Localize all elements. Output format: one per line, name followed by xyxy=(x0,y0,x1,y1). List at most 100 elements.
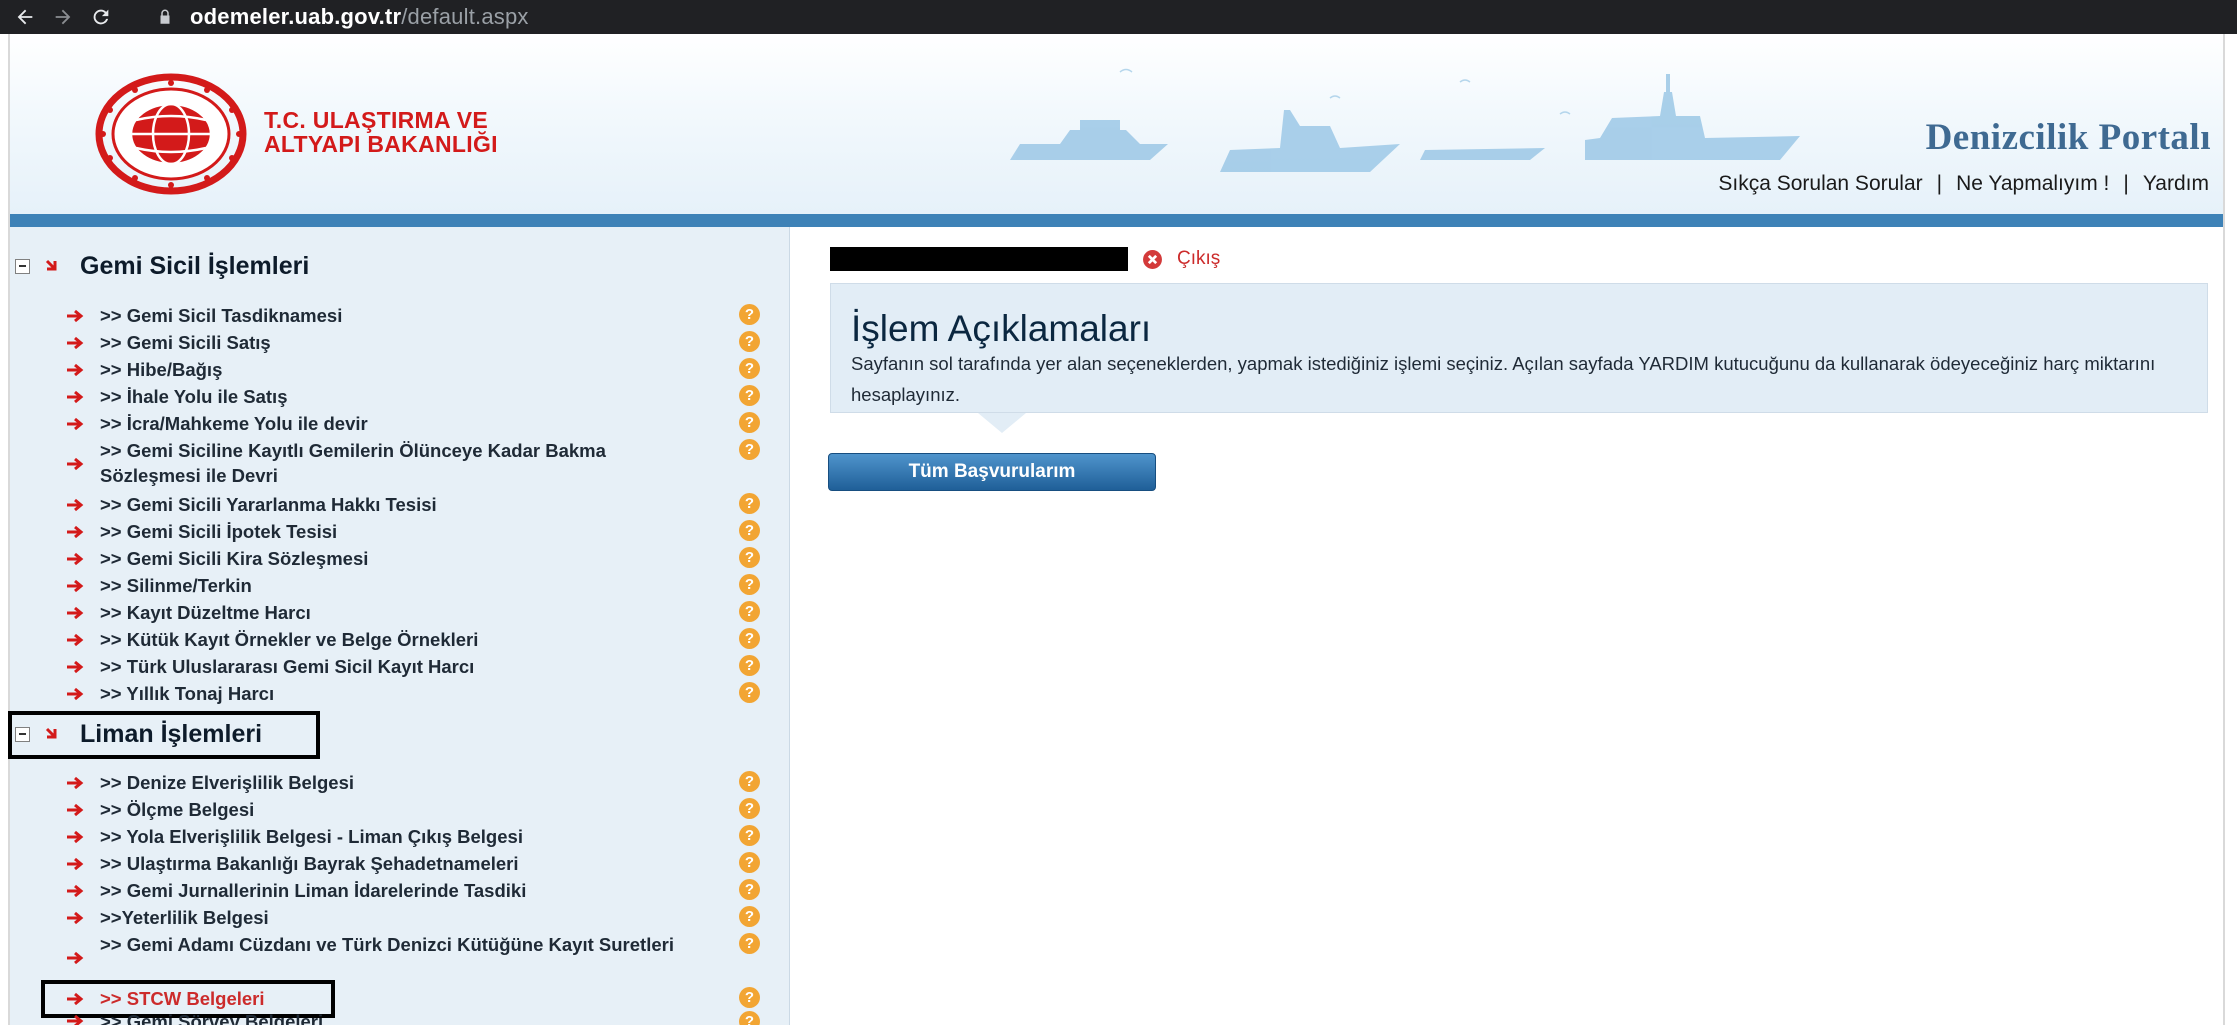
forward-arrow-icon[interactable] xyxy=(44,0,82,34)
red-arrow-icon xyxy=(67,830,84,844)
help-icon[interactable]: ? xyxy=(739,574,760,595)
red-arrow-icon xyxy=(67,803,84,817)
menu-item-label[interactable]: >> Gemi Sicili Yararlanma Hakkı Tesisi xyxy=(100,492,437,517)
what-should-i-do-link[interactable]: Ne Yapmalıyım ! xyxy=(1956,172,2109,196)
help-icon[interactable]: ? xyxy=(739,601,760,622)
red-arrow-icon xyxy=(67,457,84,471)
help-icon[interactable]: ? xyxy=(739,304,760,325)
help-icon[interactable]: ? xyxy=(739,439,760,460)
header-links: Sıkça Sorulan Sorular | Ne Yapmalıyım ! … xyxy=(1718,172,2209,196)
menu-item-turk-uluslararasi[interactable]: >> Türk Uluslararası Gemi Sicil Kayıt Ha… xyxy=(10,653,780,680)
help-icon[interactable]: ? xyxy=(739,682,760,703)
menu-item-gemi-adami-cuzdani[interactable]: >> Gemi Adamı Cüzdanı ve Türk Denizci Kü… xyxy=(10,931,780,985)
menu-item-label[interactable]: >> Gemi Sicil Tasdiknamesi xyxy=(100,303,342,328)
help-link[interactable]: Yardım xyxy=(2143,172,2209,196)
help-icon[interactable]: ? xyxy=(739,879,760,900)
menu-item-label[interactable]: >> Hibe/Bağış xyxy=(100,357,222,382)
red-arrow-icon xyxy=(67,687,84,701)
menu-item-label[interactable]: >> Gemi Siciline Kayıtlı Gemilerin Ölünc… xyxy=(100,438,660,488)
menu-item-gemi-jurnalleri[interactable]: >> Gemi Jurnallerinin Liman İdarelerinde… xyxy=(10,877,780,904)
help-icon[interactable]: ? xyxy=(739,933,760,954)
menu-item-label[interactable]: >> Gemi Sörvey Belgeleri xyxy=(100,1009,323,1025)
help-icon[interactable]: ? xyxy=(739,493,760,514)
menu-item-kira-sozlesmesi[interactable]: >> Gemi Sicili Kira Sözleşmesi ? xyxy=(10,545,780,572)
help-icon[interactable]: ? xyxy=(739,385,760,406)
ministry-name-line1: T.C. ULAŞTIRMA VE xyxy=(264,107,489,133)
menu-item-olcme-belgesi[interactable]: >> Ölçme Belgesi ? xyxy=(10,796,780,823)
menu-item-label[interactable]: >> Türk Uluslararası Gemi Sicil Kayıt Ha… xyxy=(100,654,474,679)
menu-item-icra-mahkeme[interactable]: >> İcra/Mahkeme Yolu ile devir ? xyxy=(10,410,780,437)
menu-item-yararlanma-hakki[interactable]: >> Gemi Sicili Yararlanma Hakkı Tesisi ? xyxy=(10,491,780,518)
address-bar[interactable]: odemeler.uab.gov.tr/default.aspx xyxy=(190,4,529,30)
menu-item-kayit-duzeltme[interactable]: >> Kayıt Düzeltme Harcı ? xyxy=(10,599,780,626)
help-icon[interactable]: ? xyxy=(739,987,760,1008)
menu-item-label[interactable]: >> Gemi Sicili Kira Sözleşmesi xyxy=(100,546,368,571)
menu-item-gemi-sicili-satis[interactable]: >> Gemi Sicili Satış ? xyxy=(10,329,780,356)
help-icon[interactable]: ? xyxy=(739,412,760,433)
menu-item-label[interactable]: >> İcra/Mahkeme Yolu ile devir xyxy=(100,411,368,436)
menu-item-silinme-terkin[interactable]: >> Silinme/Terkin ? xyxy=(10,572,780,599)
menu-item-yillik-tonaj[interactable]: >> Yıllık Tonaj Harcı ? xyxy=(10,680,780,707)
red-arrow-icon xyxy=(67,1014,84,1025)
url-path: /default.aspx xyxy=(401,4,529,29)
help-icon[interactable]: ? xyxy=(739,331,760,352)
help-icon[interactable]: ? xyxy=(739,825,760,846)
menu-item-label[interactable]: >>Yeterlilik Belgesi xyxy=(100,905,269,930)
help-icon[interactable]: ? xyxy=(739,358,760,379)
red-arrow-icon xyxy=(67,951,84,965)
menu-item-label[interactable]: >> Gemi Sicili İpotek Tesisi xyxy=(100,519,337,544)
help-icon[interactable]: ? xyxy=(739,655,760,676)
help-icon[interactable]: ? xyxy=(739,628,760,649)
red-arrow-icon xyxy=(67,498,84,512)
menu-item-gemi-sorvey[interactable]: >> Gemi Sörvey Belgeleri ? xyxy=(10,1009,780,1025)
menu-item-label[interactable]: >> Silinme/Terkin xyxy=(100,573,252,598)
close-circle-icon[interactable] xyxy=(1142,249,1163,270)
menu-item-bayrak-sehadetnameleri[interactable]: >> Ulaştırma Bakanlığı Bayrak Şehadetnam… xyxy=(10,850,780,877)
help-icon[interactable]: ? xyxy=(739,798,760,819)
menu-item-yeterlilik-belgesi[interactable]: >>Yeterlilik Belgesi ? xyxy=(10,904,780,931)
menu-item-yola-elverislilik[interactable]: >> Yola Elverişlilik Belgesi - Liman Çık… xyxy=(10,823,780,850)
menu-item-ihale-yolu[interactable]: >> İhale Yolu ile Satış ? xyxy=(10,383,780,410)
menu-item-olunceye-kadar-bakma[interactable]: >> Gemi Siciline Kayıtlı Gemilerin Ölünc… xyxy=(10,437,780,491)
help-icon[interactable]: ? xyxy=(739,547,760,568)
menu-item-label[interactable]: >> Kütük Kayıt Örnekler ve Belge Örnekle… xyxy=(100,627,478,652)
collapse-toggle-icon[interactable] xyxy=(15,258,30,274)
red-arrow-icon xyxy=(67,363,84,377)
menu-item-label[interactable]: >> Gemi Sicili Satış xyxy=(100,330,271,355)
menu-item-hibe-bagis[interactable]: >> Hibe/Bağış ? xyxy=(10,356,780,383)
menu-item-label[interactable]: >> Gemi Jurnallerinin Liman İdarelerinde… xyxy=(100,878,526,903)
menu-item-gemi-sicil-tasdiknamesi[interactable]: >> Gemi Sicil Tasdiknamesi ? xyxy=(10,302,780,329)
help-icon[interactable]: ? xyxy=(739,906,760,927)
red-arrow-icon xyxy=(67,336,84,350)
menu-item-ipotek-tesisi[interactable]: >> Gemi Sicili İpotek Tesisi ? xyxy=(10,518,780,545)
info-panel-pointer xyxy=(978,413,1026,433)
help-icon[interactable]: ? xyxy=(739,520,760,541)
ministry-emblem-icon[interactable] xyxy=(94,72,248,196)
redacted-username xyxy=(830,247,1128,271)
help-icon[interactable]: ? xyxy=(739,1011,760,1025)
menu-item-denize-elverislilik[interactable]: >> Denize Elverişlilik Belgesi ? xyxy=(10,769,780,796)
help-icon[interactable]: ? xyxy=(739,771,760,792)
ministry-name: T.C. ULAŞTIRMA VE ALTYAPI BAKANLIĞI xyxy=(264,108,498,156)
menu-item-label[interactable]: >> Denize Elverişlilik Belgesi xyxy=(100,770,354,795)
reload-icon[interactable] xyxy=(82,0,120,34)
portal-title: Denizcilik Portalı xyxy=(1925,117,2211,158)
menu-item-label[interactable]: >> Gemi Adamı Cüzdanı ve Türk Denizci Kü… xyxy=(100,932,700,957)
menu-item-label[interactable]: >> Kayıt Düzeltme Harcı xyxy=(100,600,311,625)
ministry-name-line2: ALTYAPI BAKANLIĞI xyxy=(264,131,498,157)
help-icon[interactable]: ? xyxy=(739,852,760,873)
menu-item-label[interactable]: >> İhale Yolu ile Satış xyxy=(100,384,287,409)
menu-item-label[interactable]: >> Ulaştırma Bakanlığı Bayrak Şehadetnam… xyxy=(100,851,519,876)
menu-item-label[interactable]: >> Ölçme Belgesi xyxy=(100,797,254,822)
logout-link[interactable]: Çıkış xyxy=(1177,248,1220,270)
menu-item-label[interactable]: >> Yıllık Tonaj Harcı xyxy=(100,681,274,706)
lock-icon[interactable] xyxy=(156,7,176,27)
back-arrow-icon[interactable] xyxy=(6,0,44,34)
faq-link[interactable]: Sıkça Sorulan Sorular xyxy=(1718,172,1922,196)
all-applications-button[interactable]: Tüm Başvurularım xyxy=(828,453,1156,491)
menu-item-label[interactable]: >> Yola Elverişlilik Belgesi - Liman Çık… xyxy=(100,824,523,849)
section-header-gemi-sicil[interactable]: Gemi Sicil İşlemleri xyxy=(10,248,309,284)
red-arrow-icon xyxy=(67,309,84,323)
link-separator: | xyxy=(2123,172,2129,195)
menu-item-kutuk-kayit[interactable]: >> Kütük Kayıt Örnekler ve Belge Örnekle… xyxy=(10,626,780,653)
